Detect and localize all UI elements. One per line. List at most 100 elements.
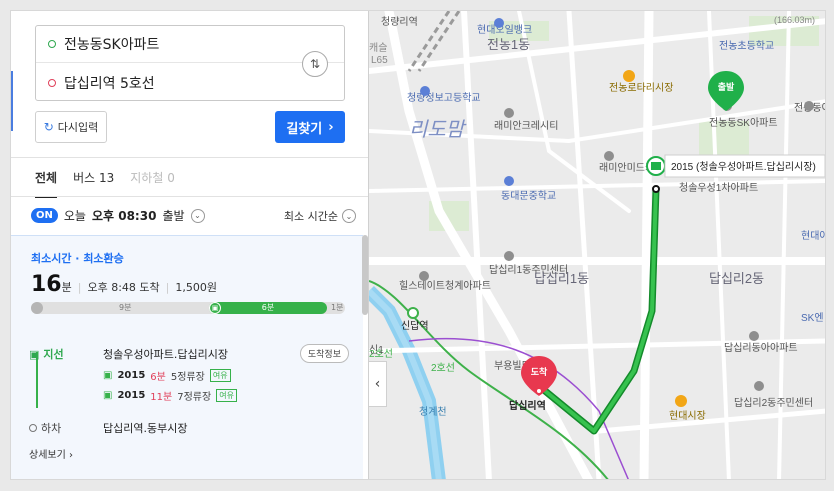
bus-icon: ▣ [103, 390, 113, 401]
map-label: 답십리2동주민센터 [734, 397, 813, 409]
fare: 1,500원 [175, 281, 217, 294]
bus-stop-callout: 2015 (청솔우성아파트.답십리시장) [671, 161, 816, 173]
crowd-badge: 여유 [209, 369, 231, 382]
departure-time: 오후 08:30 [91, 209, 157, 223]
destination-dot-icon [48, 78, 56, 87]
origin-field[interactable]: 전농동SK아파트 [36, 26, 344, 63]
bus-segment-label: 6분 [261, 303, 275, 312]
tab-all[interactable]: 전체 [35, 169, 58, 198]
board-step: ▣ 지선 [29, 346, 64, 362]
tab-bus[interactable]: 버스 13 [73, 169, 114, 198]
bus-number: 2015 [117, 390, 146, 401]
map-label: 신답역 [401, 320, 429, 332]
map-label: 청솔우성1차아파트 [679, 182, 758, 194]
sort-selector[interactable]: 최소 시간순 ⌄ [284, 208, 356, 224]
route-timeline-bar: 9분 ▣ 6분 1분 [31, 302, 345, 314]
map-label: 2호선 [431, 362, 455, 374]
reset-button[interactable]: ↻ 다시입력 [35, 111, 107, 143]
board-stop-name: 청솔우성아파트.답십리시장 [103, 348, 228, 361]
map-label: 현대오일뱅크 [477, 24, 532, 36]
walk-icon [31, 302, 43, 314]
map-label: SK엔 [801, 312, 824, 324]
bus-arrival-row: ▣ 2015 6분 5정류장 여유 [103, 368, 231, 383]
board-label: 지선 [43, 348, 64, 361]
map-label: 답십리동아아파트 [724, 342, 798, 354]
bus-arrival-row: ▣ 2015 11분 7정류장 여유 [103, 388, 237, 403]
tab-divider [11, 196, 368, 197]
map-label: 동대문중학교 [501, 190, 556, 202]
map-label: (166.03m) [774, 15, 815, 25]
origin-text: 전농동SK아파트 [64, 37, 160, 53]
map-canvas: 청량리역 현대오일뱅크 전농1동 전농초등학교 청량정보고등학교 리도맘 래미안… [369, 11, 826, 479]
chevron-right-icon: › [69, 450, 73, 461]
map-label: 답십리2동 [709, 271, 764, 286]
chevron-right-icon: › [328, 119, 334, 135]
separator: | [165, 281, 170, 294]
bus-number: 2015 [117, 370, 146, 381]
departure-time-selector[interactable]: ON 오늘 오후 08:30 출발 ⌄ [31, 207, 205, 224]
bus-stops: 5정류장 [170, 372, 205, 383]
arrival-info-button[interactable]: 도착정보 [299, 344, 349, 363]
duration-unit: 분 [61, 281, 72, 294]
route-tag: 최소시간 · 최소환승 [31, 252, 124, 265]
map-label: 전농1동 [487, 37, 530, 52]
chevron-down-icon: ⌄ [342, 209, 356, 223]
find-label: 길찾기 [286, 121, 323, 137]
scrollbar[interactable] [362, 235, 368, 315]
panel-accent-bar [11, 71, 13, 131]
route-result-card[interactable]: 최소시간 · 최소환승 16분 | 오후 8:48 도착 | 1,500원 9분… [11, 235, 363, 479]
map-label: 캐슬 [369, 42, 387, 54]
directions-panel: 전농동SK아파트 답십리역 5호선 ⇅ ↻ 다시입력 길찾기 › 전체 버스 1… [11, 11, 369, 479]
alight-stop-name: 답십리역.동부시장 [103, 422, 188, 435]
chevron-down-icon[interactable]: ⌄ [190, 208, 205, 223]
map-label: 래미안크레시티 [494, 120, 558, 132]
map-label: 전농초등학교 [719, 40, 774, 52]
bus-minutes: 11분 [150, 392, 173, 403]
transport-tabs: 전체 버스 13 지하철 0 [35, 169, 175, 198]
tab-subway[interactable]: 지하철 0 [130, 169, 175, 198]
map-label: 힐스테이트청계아파트 [399, 279, 491, 292]
route-summary: 16분 | 오후 8:48 도착 | 1,500원 [31, 272, 217, 297]
walk2-segment-label: 1분 [331, 303, 344, 312]
map-label: 답십리역 [509, 399, 546, 412]
map-label: 답십리1동 [534, 271, 589, 286]
departure-suffix: 출발 [162, 209, 185, 223]
map-label: 청량정보고등학교 [407, 92, 481, 104]
alight-dot-icon [29, 424, 37, 432]
map-label: 청계천 [419, 406, 447, 418]
crowd-badge: 여유 [216, 389, 237, 402]
separator: | [77, 281, 82, 294]
end-marker-label: 도착 [531, 366, 548, 377]
start-marker-label: 출발 [718, 81, 735, 92]
destination-field[interactable]: 답십리역 5호선 [36, 64, 306, 101]
alight-step: 하차 [29, 420, 61, 436]
divider [11, 157, 368, 158]
alight-label: 하차 [41, 422, 62, 435]
find-route-button[interactable]: 길찾기 › [275, 111, 345, 143]
bus-icon: ▣ [103, 370, 113, 381]
swap-icon[interactable]: ⇅ [302, 51, 328, 77]
detail-link[interactable]: 상세보기 › [29, 446, 73, 461]
route-input-box: 전농동SK아파트 답십리역 5호선 ⇅ [35, 25, 345, 101]
app-frame: 전농동SK아파트 답십리역 5호선 ⇅ ↻ 다시입력 길찾기 › 전체 버스 1… [10, 10, 826, 480]
map-label: 전농로타리시장 [609, 82, 673, 94]
collapse-panel-button[interactable]: ‹ [369, 361, 387, 407]
reset-label: 다시입력 [57, 121, 99, 134]
map-label: L65 [371, 55, 388, 66]
on-badge[interactable]: ON [31, 208, 58, 223]
bus-icon: ▣ [29, 347, 40, 361]
bus-segment: ▣ 6분 [209, 302, 327, 314]
map-view[interactable]: 청량리역 현대오일뱅크 전농1동 전농초등학교 청량정보고등학교 리도맘 래미안… [369, 11, 826, 479]
map-label: 신1 [369, 344, 384, 356]
map-label: 리도맘 [409, 119, 467, 141]
map-label: 청량리역 [381, 16, 418, 28]
duration-number: 16 [31, 272, 62, 297]
map-label: 현대아 [801, 230, 826, 242]
departure-prefix: 오늘 [63, 209, 86, 223]
map-label: 전농동SK아파트 [709, 117, 778, 129]
walk-segment-label: 9분 [119, 303, 132, 312]
map-label: 현대시장 [669, 410, 706, 422]
arrival-time: 오후 8:48 도착 [87, 281, 160, 294]
sort-label: 최소 시간순 [283, 210, 338, 223]
destination-text: 답십리역 5호선 [64, 75, 155, 92]
